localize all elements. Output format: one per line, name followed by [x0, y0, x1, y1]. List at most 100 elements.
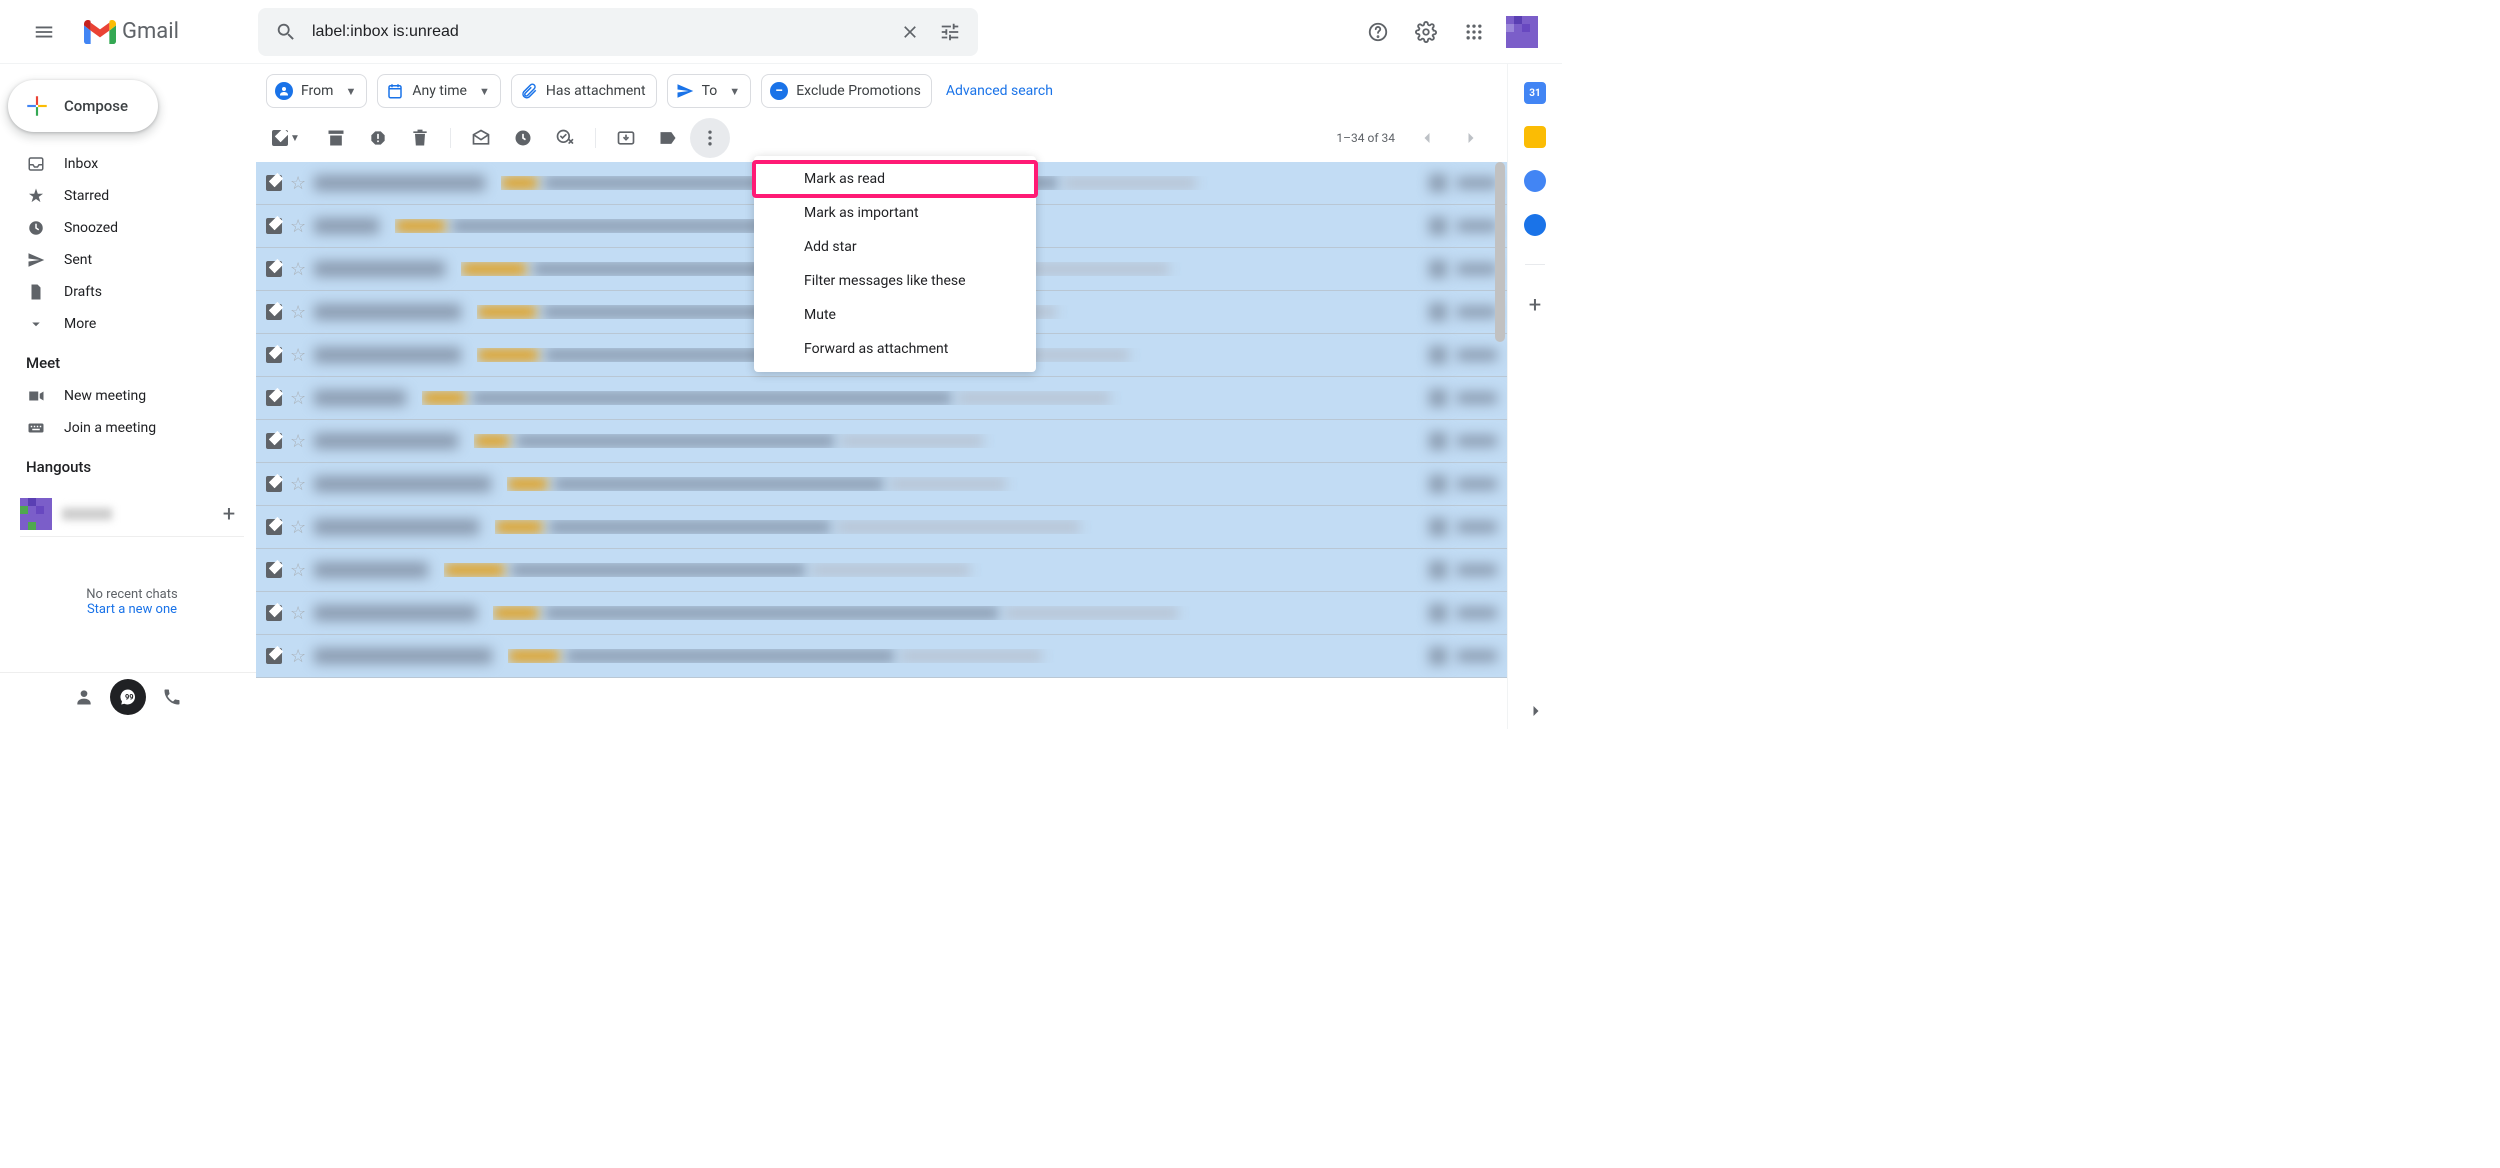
star-button[interactable]: ☆ — [290, 302, 306, 323]
row-checkbox[interactable] — [266, 519, 282, 535]
filter-has-attachment[interactable]: Has attachment — [511, 74, 657, 108]
main-menu-button[interactable] — [20, 8, 68, 56]
sidebar-item-more[interactable]: More — [0, 308, 256, 340]
menu-mark-as-important[interactable]: Mark as important — [754, 196, 1036, 230]
scrollbar[interactable] — [1493, 162, 1507, 729]
star-button[interactable]: ☆ — [290, 388, 306, 409]
snippet-text — [1064, 176, 1196, 190]
keep-app-button[interactable] — [1524, 126, 1546, 148]
sidebar-item-drafts[interactable]: Drafts — [0, 276, 256, 308]
filter-any-time[interactable]: Any time▼ — [377, 74, 501, 108]
search-button[interactable] — [266, 12, 306, 52]
prev-page-button[interactable] — [1407, 118, 1447, 158]
hangouts-add-button[interactable]: + — [214, 502, 244, 527]
menu-add-star[interactable]: Add star — [754, 230, 1036, 264]
row-checkbox[interactable] — [266, 562, 282, 578]
row-checkbox[interactable] — [266, 218, 282, 234]
star-button[interactable]: ☆ — [290, 216, 306, 237]
email-row[interactable]: ☆ — [256, 635, 1507, 678]
collapse-panel-button[interactable] — [1526, 701, 1546, 721]
sidebar-item-inbox[interactable]: Inbox — [0, 148, 256, 180]
star-button[interactable]: ☆ — [290, 345, 306, 366]
clear-search-button[interactable] — [890, 12, 930, 52]
scroll-thumb[interactable] — [1495, 162, 1505, 342]
mark-read-button[interactable] — [461, 118, 501, 158]
new-meeting-button[interactable]: New meeting — [0, 380, 256, 412]
row-checkbox[interactable] — [266, 390, 282, 406]
join-meeting-button[interactable]: Join a meeting — [0, 412, 256, 444]
archive-button[interactable] — [316, 118, 356, 158]
menu-mute[interactable]: Mute — [754, 298, 1036, 332]
snippet-text — [545, 606, 999, 620]
sidebar-item-sent[interactable]: Sent — [0, 244, 256, 276]
account-button[interactable] — [1502, 12, 1542, 52]
row-checkbox[interactable] — [266, 175, 282, 191]
hangouts-phone-button[interactable] — [154, 679, 190, 715]
support-button[interactable] — [1358, 12, 1398, 52]
row-checkbox[interactable] — [266, 648, 282, 664]
star-button[interactable]: ☆ — [290, 173, 306, 194]
gmail-logo[interactable]: Gmail — [76, 19, 187, 44]
gmail-logo-text: Gmail — [122, 19, 179, 44]
help-icon — [1367, 21, 1389, 43]
attachment-icon — [1429, 647, 1447, 665]
compose-button[interactable]: Compose — [8, 80, 158, 132]
calendar-app-button[interactable]: 31 — [1524, 82, 1546, 104]
tasks-app-button[interactable] — [1524, 170, 1546, 192]
move-to-button[interactable] — [606, 118, 646, 158]
advanced-search-link[interactable]: Advanced search — [946, 83, 1053, 99]
email-row[interactable]: ☆ — [256, 420, 1507, 463]
chevron-down-icon — [26, 315, 46, 333]
email-row[interactable]: ☆ — [256, 506, 1507, 549]
star-button[interactable]: ☆ — [290, 474, 306, 495]
star-button[interactable]: ☆ — [290, 517, 306, 538]
row-checkbox[interactable] — [266, 605, 282, 621]
row-checkbox[interactable] — [266, 476, 282, 492]
add-to-tasks-button[interactable] — [545, 118, 585, 158]
add-app-button[interactable]: + — [1529, 293, 1541, 318]
star-button[interactable]: ☆ — [290, 646, 306, 667]
filter-bar: From▼ Any time▼ Has attachment To▼ −Excl… — [256, 64, 1507, 114]
snooze-button[interactable] — [503, 118, 543, 158]
row-checkbox[interactable] — [266, 347, 282, 363]
attachment-icon — [1429, 260, 1447, 278]
search-options-button[interactable] — [930, 12, 970, 52]
more-actions-button[interactable] — [690, 118, 730, 158]
hangouts-user-row[interactable]: + — [20, 492, 244, 537]
star-button[interactable]: ☆ — [290, 259, 306, 280]
snippet-text — [516, 434, 835, 448]
start-new-chat-link[interactable]: Start a new one — [20, 602, 244, 617]
row-checkbox[interactable] — [266, 261, 282, 277]
star-button[interactable]: ☆ — [290, 431, 306, 452]
row-checkbox[interactable] — [266, 304, 282, 320]
filter-exclude-promotions[interactable]: −Exclude Promotions — [761, 74, 932, 108]
gmail-m-icon — [84, 20, 116, 44]
star-button[interactable]: ☆ — [290, 560, 306, 581]
email-row[interactable]: ☆ — [256, 377, 1507, 420]
menu-forward-attachment[interactable]: Forward as attachment — [754, 332, 1036, 366]
row-checkbox[interactable] — [266, 433, 282, 449]
phone-icon — [162, 687, 182, 707]
next-page-button[interactable] — [1451, 118, 1491, 158]
contacts-app-button[interactable] — [1524, 214, 1546, 236]
email-row[interactable]: ☆ — [256, 463, 1507, 506]
apps-button[interactable] — [1454, 12, 1494, 52]
search-input[interactable] — [306, 23, 890, 41]
date-text — [1457, 478, 1497, 490]
email-row[interactable]: ☆ — [256, 592, 1507, 635]
filter-to[interactable]: To▼ — [667, 74, 752, 108]
select-all-checkbox[interactable]: ▼ — [268, 126, 304, 150]
filter-from[interactable]: From▼ — [266, 74, 367, 108]
sidebar-item-snoozed[interactable]: Snoozed — [0, 212, 256, 244]
delete-button[interactable] — [400, 118, 440, 158]
star-button[interactable]: ☆ — [290, 603, 306, 624]
labels-button[interactable] — [648, 118, 688, 158]
menu-mark-as-read[interactable]: Mark as read — [754, 162, 1036, 196]
report-spam-button[interactable] — [358, 118, 398, 158]
email-row[interactable]: ☆ — [256, 549, 1507, 592]
settings-button[interactable] — [1406, 12, 1446, 52]
hangouts-chat-button[interactable]: 99 — [110, 679, 146, 715]
hangouts-contacts-button[interactable] — [66, 679, 102, 715]
sidebar-item-starred[interactable]: Starred — [0, 180, 256, 212]
menu-filter-messages[interactable]: Filter messages like these — [754, 264, 1036, 298]
